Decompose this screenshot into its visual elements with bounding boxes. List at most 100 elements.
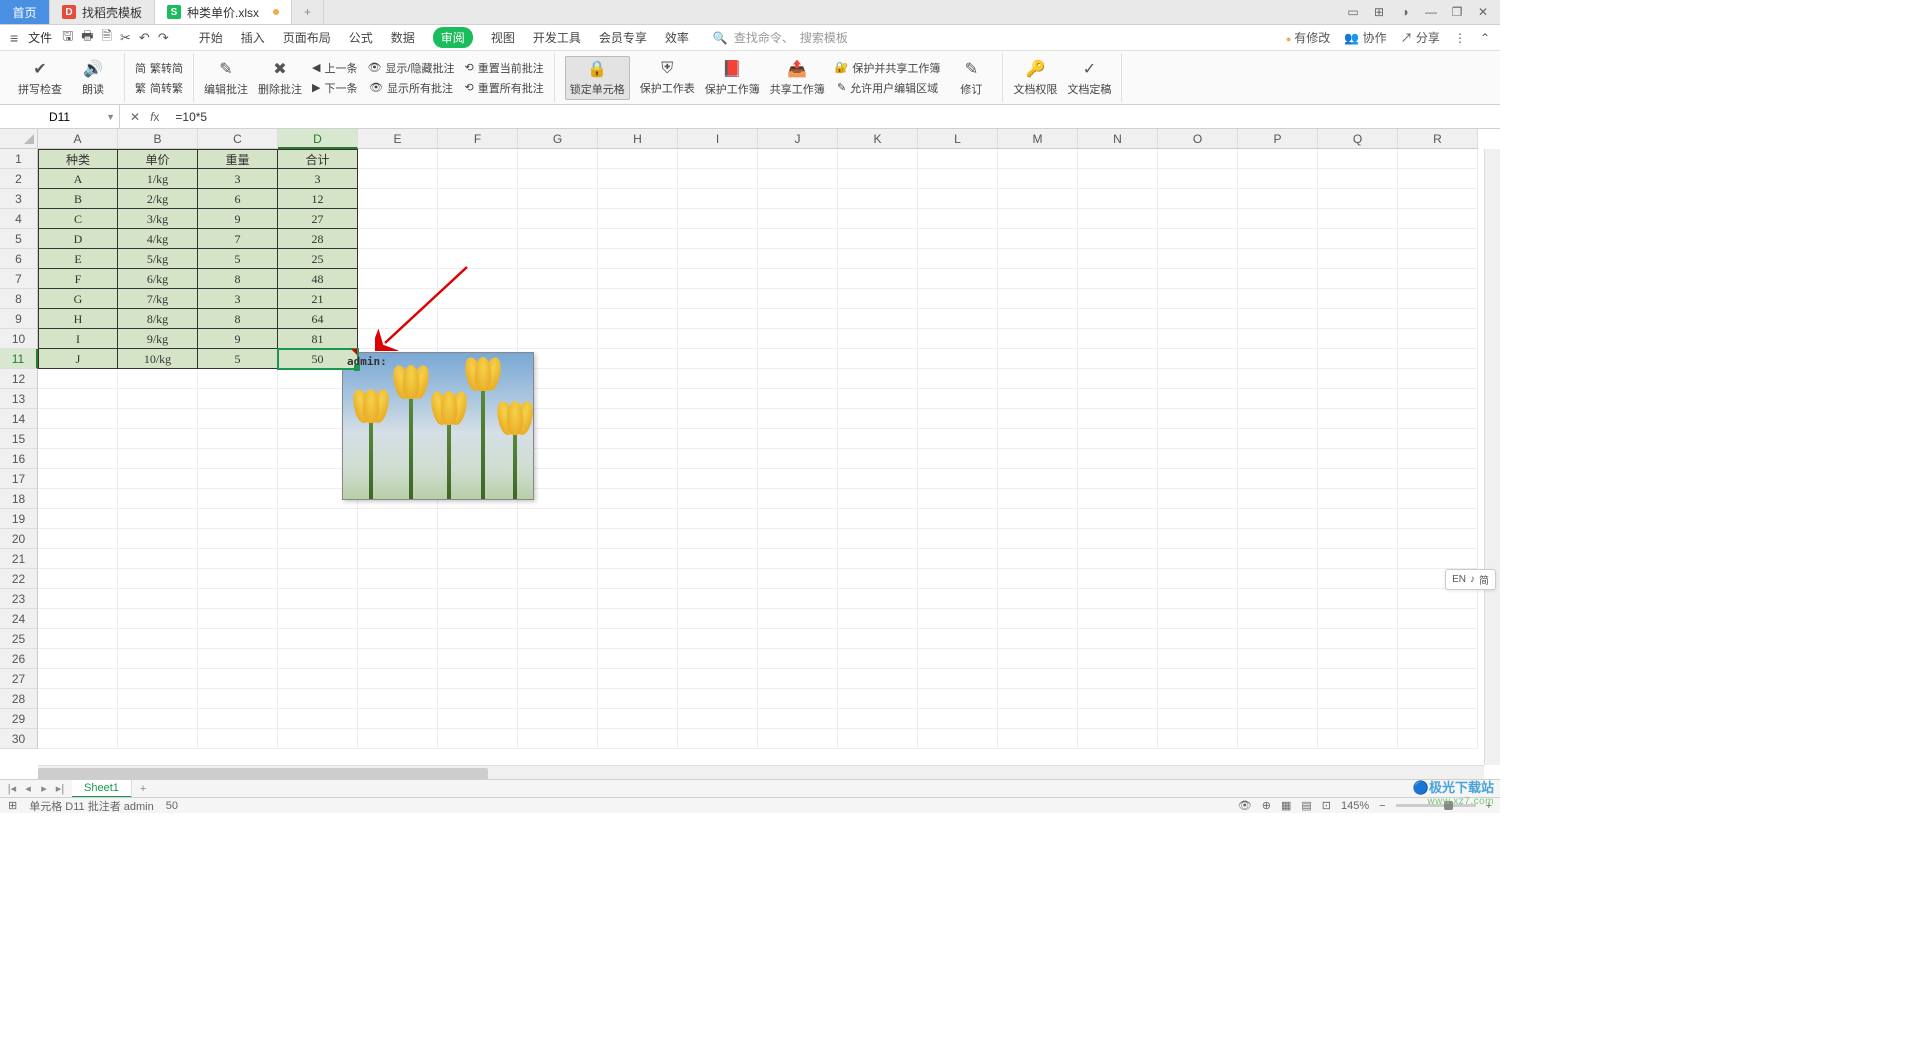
cell[interactable] — [838, 289, 918, 309]
cell[interactable] — [918, 649, 998, 669]
cell[interactable] — [118, 669, 198, 689]
cell[interactable] — [838, 649, 918, 669]
cell[interactable] — [598, 349, 678, 369]
cell[interactable] — [1158, 349, 1238, 369]
cell[interactable] — [38, 369, 118, 389]
cell[interactable] — [1238, 669, 1318, 689]
cell[interactable] — [1158, 229, 1238, 249]
cell[interactable] — [838, 709, 918, 729]
cell[interactable] — [38, 609, 118, 629]
cell[interactable] — [1318, 249, 1398, 269]
cell[interactable] — [598, 449, 678, 469]
cell[interactable] — [118, 369, 198, 389]
cell[interactable] — [118, 729, 198, 749]
row-header-22[interactable]: 22 — [0, 569, 38, 589]
cell[interactable] — [438, 309, 518, 329]
cell[interactable] — [678, 389, 758, 409]
cell[interactable]: 81 — [278, 329, 358, 349]
cell[interactable] — [598, 169, 678, 189]
cell[interactable] — [598, 269, 678, 289]
preview-icon[interactable]: 🗎 — [102, 27, 112, 49]
cell[interactable] — [998, 729, 1078, 749]
tab-home[interactable]: 首页 — [0, 0, 50, 24]
cell[interactable] — [838, 449, 918, 469]
row-header-13[interactable]: 13 — [0, 389, 38, 409]
cell[interactable] — [918, 249, 998, 269]
cell[interactable] — [838, 409, 918, 429]
cell[interactable] — [678, 449, 758, 469]
cell[interactable] — [998, 229, 1078, 249]
cell[interactable] — [38, 649, 118, 669]
cell[interactable] — [1078, 409, 1158, 429]
cell[interactable] — [1318, 569, 1398, 589]
user-icon[interactable]: ◑ — [1396, 5, 1414, 19]
center-status-icon[interactable]: ⊕ — [1262, 799, 1271, 812]
cell[interactable] — [198, 629, 278, 649]
cell[interactable] — [1158, 269, 1238, 289]
row-header-1[interactable]: 1 — [0, 149, 38, 169]
cell[interactable] — [598, 609, 678, 629]
cell[interactable] — [1238, 349, 1318, 369]
row-header-30[interactable]: 30 — [0, 729, 38, 749]
cell[interactable] — [598, 389, 678, 409]
add-sheet-button[interactable]: + — [132, 783, 154, 795]
cell[interactable] — [598, 489, 678, 509]
hscroll-track[interactable] — [38, 768, 1484, 780]
cell[interactable]: 9 — [198, 209, 278, 229]
cell[interactable] — [1158, 149, 1238, 169]
protect-book-button[interactable]: 📕保护工作簿 — [705, 59, 760, 97]
cell[interactable] — [998, 189, 1078, 209]
cell[interactable] — [1398, 429, 1478, 449]
cell[interactable] — [1078, 649, 1158, 669]
cell[interactable] — [198, 409, 278, 429]
cell[interactable] — [998, 469, 1078, 489]
cell[interactable] — [1078, 609, 1158, 629]
cell[interactable] — [678, 589, 758, 609]
cell[interactable] — [118, 549, 198, 569]
cell[interactable] — [838, 209, 918, 229]
file-menu[interactable]: 文件 — [24, 29, 56, 46]
cell[interactable] — [598, 669, 678, 689]
cell[interactable] — [838, 389, 918, 409]
cell[interactable] — [998, 669, 1078, 689]
cell[interactable]: J — [38, 349, 118, 369]
menu-数据[interactable]: 数据 — [391, 29, 415, 46]
cell[interactable]: 25 — [278, 249, 358, 269]
cell[interactable] — [1238, 329, 1318, 349]
col-header-D[interactable]: D — [278, 129, 358, 149]
cell[interactable] — [918, 389, 998, 409]
cell[interactable] — [198, 389, 278, 409]
cell[interactable] — [1318, 229, 1398, 249]
cell[interactable] — [1078, 369, 1158, 389]
cell[interactable] — [918, 169, 998, 189]
cell[interactable] — [1318, 369, 1398, 389]
menu-开发工具[interactable]: 开发工具 — [533, 29, 581, 46]
read-button[interactable]: 🔊朗读 — [72, 59, 114, 97]
cell[interactable]: 3 — [198, 289, 278, 309]
cell[interactable] — [118, 449, 198, 469]
cell[interactable] — [838, 329, 918, 349]
cell[interactable] — [118, 389, 198, 409]
cell[interactable] — [678, 329, 758, 349]
cell[interactable] — [1078, 289, 1158, 309]
collab-button[interactable]: 👥 协作 — [1344, 29, 1386, 46]
col-header-Q[interactable]: Q — [1318, 129, 1398, 149]
cell[interactable] — [518, 229, 598, 249]
cell[interactable] — [758, 269, 838, 289]
cell[interactable] — [1238, 709, 1318, 729]
menu-开始[interactable]: 开始 — [199, 29, 223, 46]
cell[interactable] — [918, 729, 998, 749]
cell[interactable] — [198, 689, 278, 709]
cell[interactable] — [358, 269, 438, 289]
row-header-25[interactable]: 25 — [0, 629, 38, 649]
row-header-16[interactable]: 16 — [0, 449, 38, 469]
cell[interactable] — [678, 609, 758, 629]
cell[interactable] — [1238, 649, 1318, 669]
cell[interactable] — [518, 249, 598, 269]
cell[interactable] — [1078, 249, 1158, 269]
cell[interactable]: 重量 — [198, 149, 278, 169]
cell[interactable] — [1318, 149, 1398, 169]
col-header-L[interactable]: L — [918, 129, 998, 149]
cell[interactable] — [598, 149, 678, 169]
cell[interactable] — [1238, 589, 1318, 609]
